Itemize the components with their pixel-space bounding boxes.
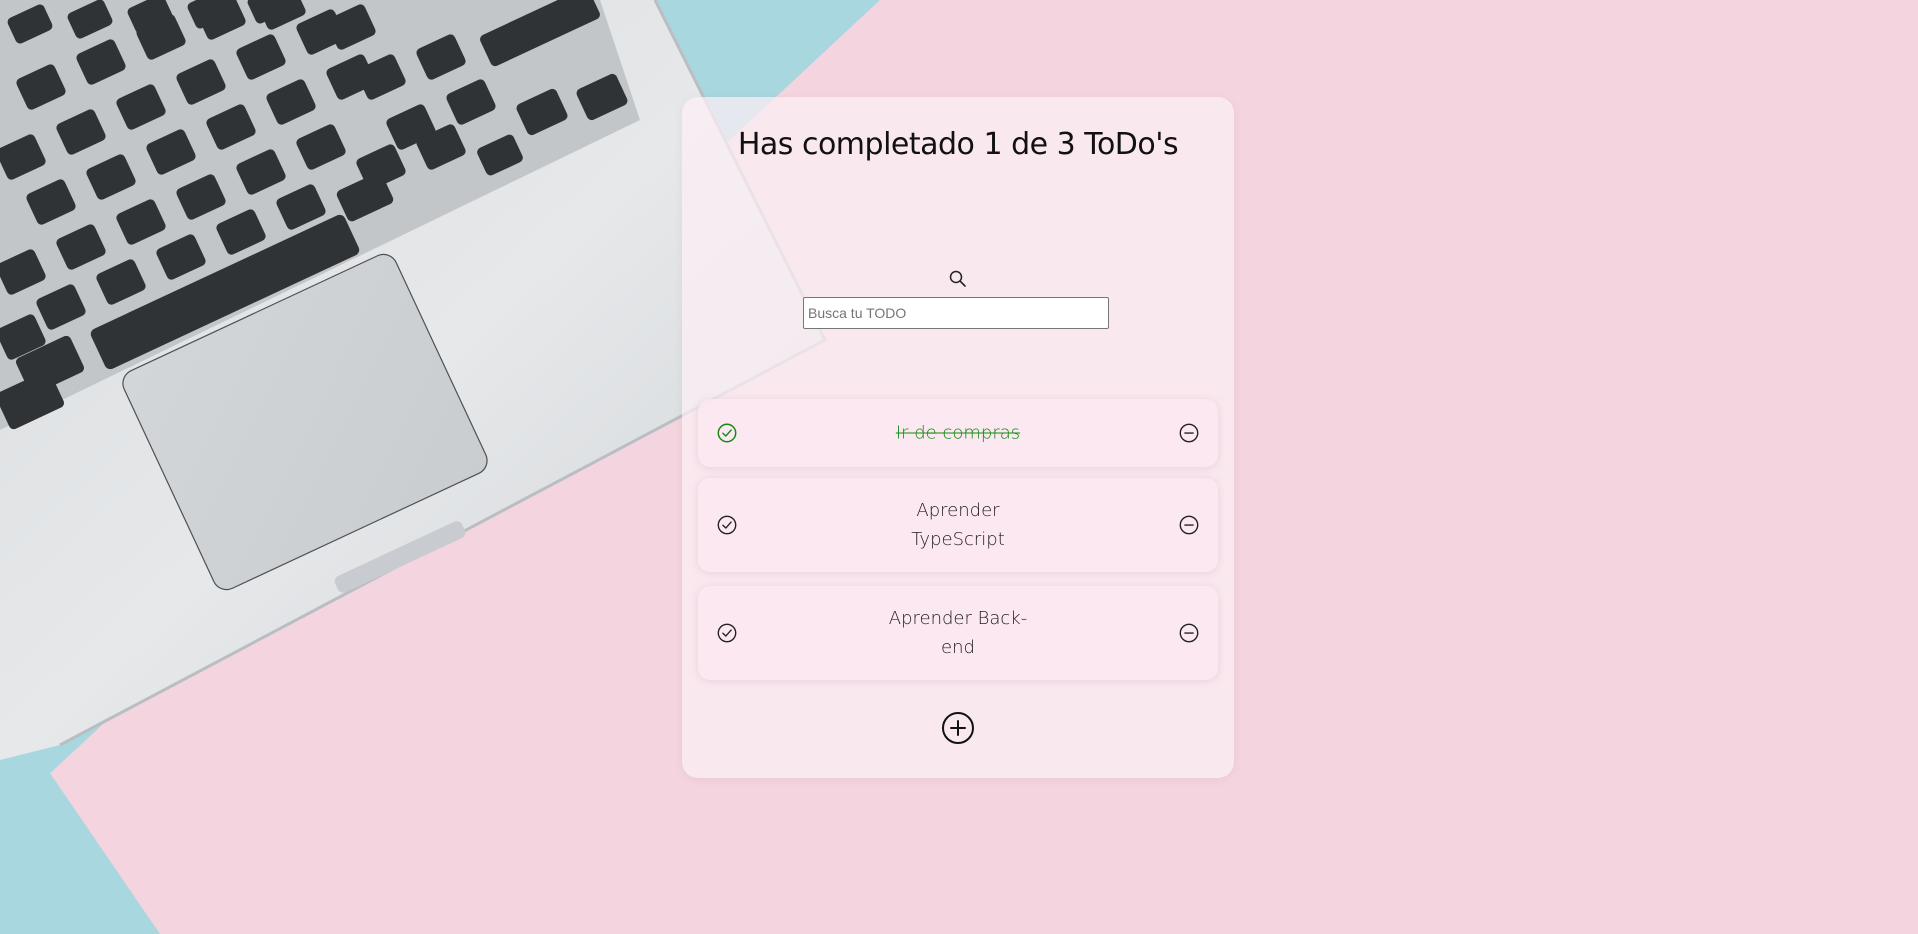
plus-circle-icon[interactable] [941, 711, 975, 745]
todo-card: Has completado 1 de 3 ToDo's Ir de compr… [682, 97, 1234, 778]
search-icon[interactable] [948, 269, 968, 289]
page-title: Has completado 1 de 3 ToDo's [737, 127, 1179, 162]
minus-circle-icon[interactable] [1178, 622, 1200, 644]
check-circle-icon[interactable] [716, 622, 738, 644]
todo-item: Aprender Back-end [698, 586, 1218, 680]
search-input[interactable] [803, 297, 1109, 329]
todo-item: Ir de compras [698, 399, 1218, 467]
check-circle-icon[interactable] [716, 514, 738, 536]
todo-text: Ir de compras [895, 422, 1021, 444]
todo-text: Aprender Back-end [888, 608, 1028, 658]
minus-circle-icon[interactable] [1178, 514, 1200, 536]
minus-circle-icon[interactable] [1178, 422, 1200, 444]
check-circle-icon[interactable] [716, 422, 738, 444]
todo-item: Aprender TypeScript [698, 478, 1218, 572]
todo-text: Aprender TypeScript [911, 500, 1005, 550]
